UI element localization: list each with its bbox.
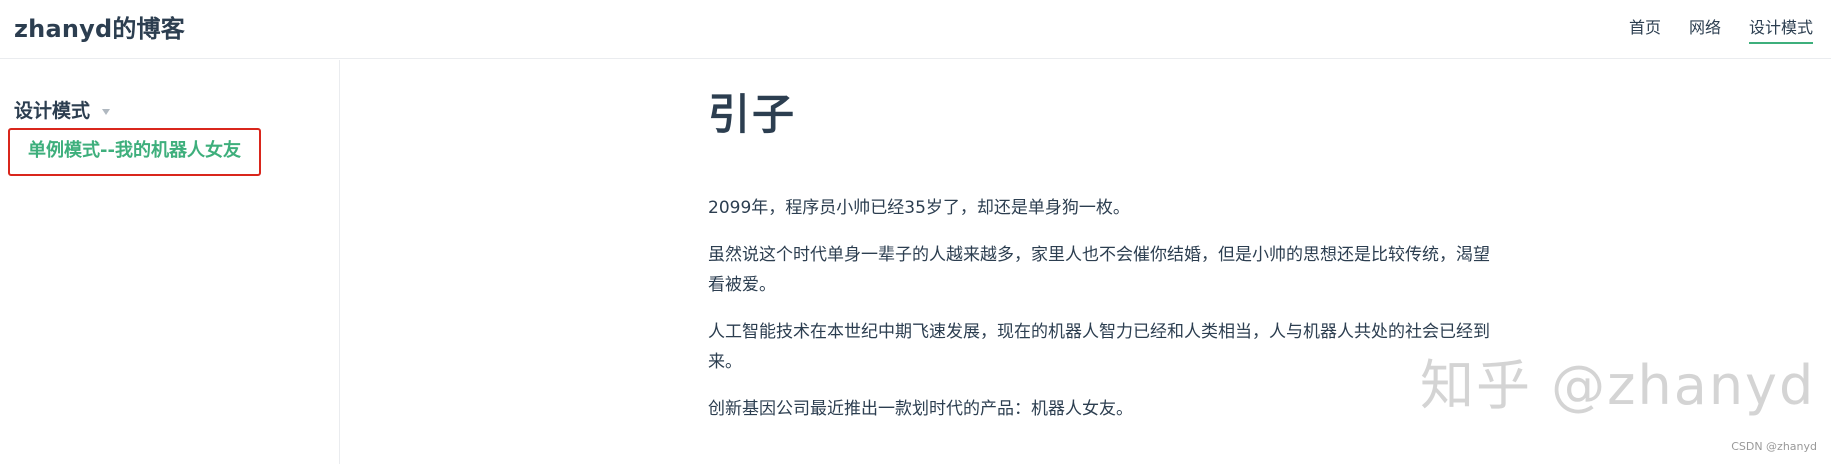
- paragraph-2-line-2: 看被爱。: [708, 275, 776, 295]
- page-title: 引子: [708, 90, 797, 139]
- nav-link-network[interactable]: 网络: [1689, 16, 1721, 44]
- paragraph-3-line-2: 来。: [708, 352, 742, 372]
- nav-link-design-patterns[interactable]: 设计模式: [1748, 16, 1813, 44]
- sidebar-item-singleton[interactable]: 单例模式--我的机器人女友: [28, 138, 241, 164]
- site-name[interactable]: zhanyd的博客: [14, 14, 185, 44]
- paragraph-3-line-1: 人工智能技术在本世纪中期飞速发展，现在的机器人智力已经和人类相当，人与机器人共处…: [708, 322, 1490, 342]
- paragraph-4: 创新基因公司最近推出一款划时代的产品：机器人女友。: [708, 399, 1133, 419]
- paragraph-1: 2099年，程序员小帅已经35岁了，却还是单身狗一枚。: [708, 198, 1130, 218]
- sidebar-heading-label: 设计模式: [14, 100, 91, 122]
- csdn-watermark: CSDN @zhanyd: [1731, 440, 1817, 453]
- paragraph-2-line-1: 虽然说这个时代单身一辈子的人越来越多，家里人也不会催你结婚，但是小帅的思想还是比…: [708, 245, 1490, 265]
- caret-down-icon: [102, 109, 111, 115]
- navbar: zhanyd的博客 首页 网络 设计模式: [0, 0, 1831, 59]
- zhihu-watermark: 知乎 @zhanyd: [1420, 354, 1816, 417]
- sidebar: 设计模式 单例模式--我的机器人女友: [0, 60, 340, 464]
- nav-links: 首页 网络 设计模式: [1629, 16, 1813, 44]
- sidebar-group-heading[interactable]: 设计模式: [14, 98, 111, 124]
- nav-link-home[interactable]: 首页: [1629, 16, 1661, 44]
